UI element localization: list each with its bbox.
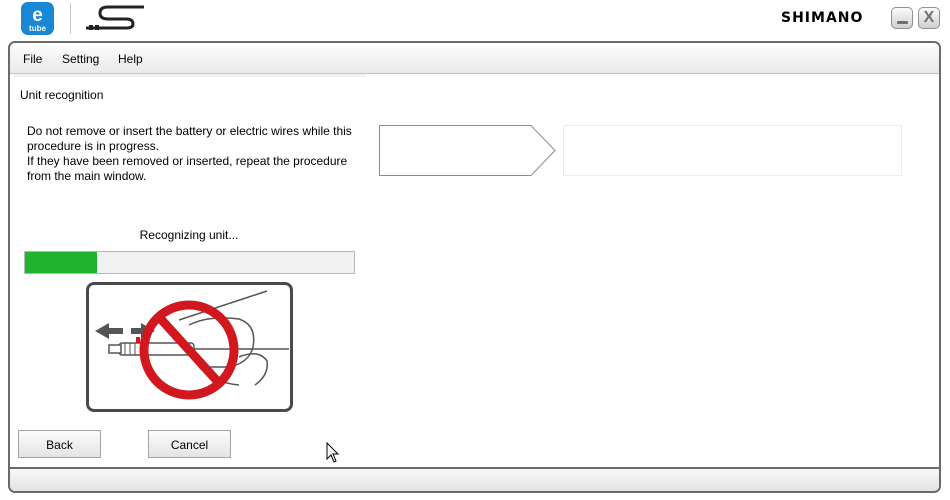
status-text: Recognizing unit... [139, 228, 239, 242]
cancel-button[interactable]: Cancel [148, 430, 231, 458]
minimize-button[interactable] [891, 7, 913, 29]
no-unplug-battery-icon [86, 282, 293, 412]
unit-flow-diagram [379, 125, 902, 176]
status-bar [10, 469, 939, 491]
flow-arrow-step [379, 125, 556, 176]
warning-text: Do not remove or insert the battery or e… [27, 124, 352, 183]
main-window: File Setting Help Unit recognition Do no… [8, 41, 941, 493]
progress-bar [24, 251, 355, 274]
flow-unit-slot [563, 125, 902, 176]
menu-help[interactable]: Help [118, 52, 143, 66]
menu-file[interactable]: File [23, 52, 42, 66]
close-icon: X [923, 9, 935, 26]
logo-separator [70, 3, 71, 34]
page-title: Unit recognition [20, 88, 104, 102]
brand-name: SHIMANO [781, 10, 864, 26]
menu-bar: File Setting Help [10, 43, 939, 74]
close-button[interactable]: X [918, 7, 940, 29]
title-bar: e tube SHIMANO X [0, 0, 950, 38]
progress-fill [25, 252, 98, 273]
menu-setting[interactable]: Setting [62, 52, 99, 66]
panel-header-strip [14, 74, 366, 77]
etube-logo-text: tube [29, 24, 46, 33]
back-button[interactable]: Back [18, 430, 101, 458]
minimize-icon [897, 21, 908, 24]
etube-logo: e tube [21, 2, 54, 35]
mouse-cursor-icon [326, 442, 340, 463]
shimano-steps-logo [86, 5, 144, 30]
